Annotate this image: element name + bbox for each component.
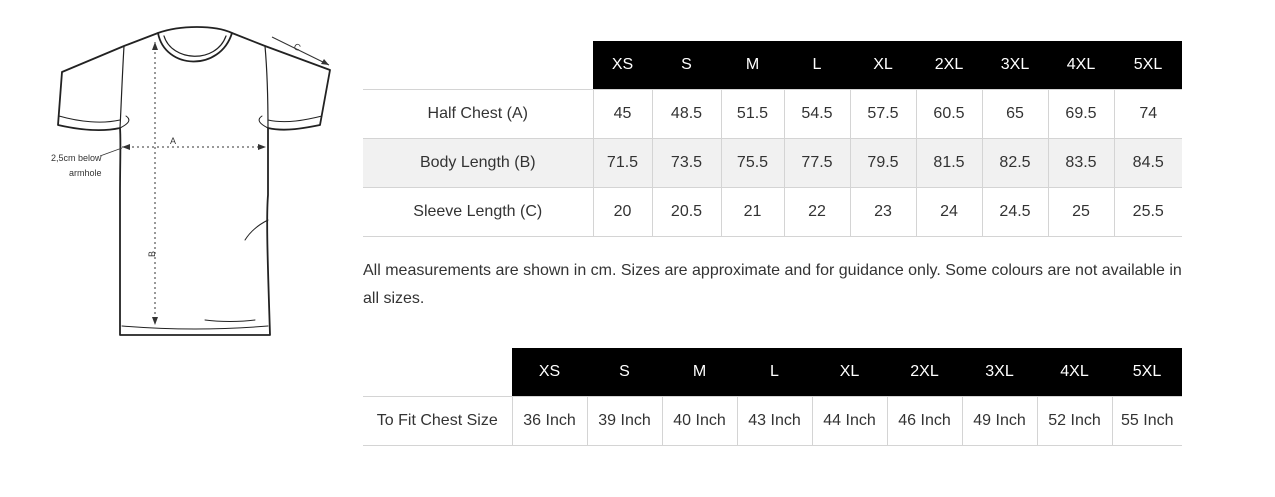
table-row-body-length: Body Length (B) 71.5 73.5 75.5 77.5 79.5… [363,138,1182,188]
size-header-row: XS S M L XL 2XL 3XL 4XL 5XL [363,41,1182,90]
table-cell: 43 Inch [737,396,813,446]
table-cell: 77.5 [784,138,851,188]
table-cell: 73.5 [652,138,722,188]
table-cell: 23 [850,187,917,237]
measurements-table: XS S M L XL 2XL 3XL 4XL 5XL Half Chest (… [363,41,1182,237]
size-header: L [737,348,812,397]
tshirt-measurement-diagram: A B C 2,5cm below armhole [51,26,331,336]
table-cell: 46 Inch [887,396,963,446]
size-header-row: XS S M L XL 2XL 3XL 4XL 5XL [363,348,1182,397]
table-cell: 45 [593,89,653,139]
armhole-note-line2: armhole [69,168,102,178]
label-a: A [170,136,176,146]
table-cell: 36 Inch [512,396,588,446]
table-cell: 25 [1048,187,1115,237]
table-cell: 21 [721,187,785,237]
size-header: M [662,348,737,397]
table-cell: 54.5 [784,89,851,139]
table-row-half-chest: Half Chest (A) 45 48.5 51.5 54.5 57.5 60… [363,89,1182,139]
size-header: 2XL [916,41,982,90]
fit-chest-table: XS S M L XL 2XL 3XL 4XL 5XL To Fit Chest… [363,348,1182,446]
size-header: M [721,41,784,90]
table-cell: 49 Inch [962,396,1038,446]
table-cell: 55 Inch [1112,396,1182,446]
table-row-sleeve-length: Sleeve Length (C) 20 20.5 21 22 23 24 24… [363,187,1182,237]
table-cell: 65 [982,89,1049,139]
table-cell: 82.5 [982,138,1049,188]
table-cell: 40 Inch [662,396,738,446]
table-cell: 39 Inch [587,396,663,446]
table-cell: 81.5 [916,138,983,188]
row-label: Sleeve Length (C) [363,187,594,237]
row-label: To Fit Chest Size [363,396,513,446]
table-cell: 20 [593,187,653,237]
label-b: B [147,251,157,257]
size-header: 4XL [1037,348,1112,397]
header-spacer [363,348,512,397]
header-spacer [363,41,593,90]
table-cell: 74 [1114,89,1182,139]
table-cell: 75.5 [721,138,785,188]
size-header: S [652,41,721,90]
table-cell: 79.5 [850,138,917,188]
table-cell: 71.5 [593,138,653,188]
table-cell: 69.5 [1048,89,1115,139]
table-cell: 24 [916,187,983,237]
size-header: 4XL [1048,41,1114,90]
row-label: Half Chest (A) [363,89,594,139]
size-header: 2XL [887,348,962,397]
armhole-note-line1: 2,5cm below [51,153,102,163]
tshirt-outline [57,26,331,336]
table-cell: 57.5 [850,89,917,139]
table-cell: 20.5 [652,187,722,237]
table-cell: 22 [784,187,851,237]
table-cell: 60.5 [916,89,983,139]
measurement-note: All measurements are shown in cm. Sizes … [363,262,1182,307]
size-header: S [587,348,662,397]
table-cell: 48.5 [652,89,722,139]
table-cell: 52 Inch [1037,396,1113,446]
row-label: Body Length (B) [363,138,594,188]
size-header: L [784,41,850,90]
size-header: 5XL [1112,348,1182,397]
size-header: XS [512,348,587,397]
table-cell: 44 Inch [812,396,888,446]
size-header: XL [850,41,916,90]
tshirt-collar [157,32,233,63]
size-header: 3XL [982,41,1048,90]
table-cell: 24.5 [982,187,1049,237]
table-row-fit-chest: To Fit Chest Size 36 Inch 39 Inch 40 Inc… [363,396,1182,446]
size-header: XL [812,348,887,397]
size-header: 5XL [1114,41,1182,90]
table-cell: 84.5 [1114,138,1182,188]
table-cell: 25.5 [1114,187,1182,237]
table-cell: 51.5 [721,89,785,139]
size-header: 3XL [962,348,1037,397]
table-cell: 83.5 [1048,138,1115,188]
size-header: XS [593,41,652,90]
